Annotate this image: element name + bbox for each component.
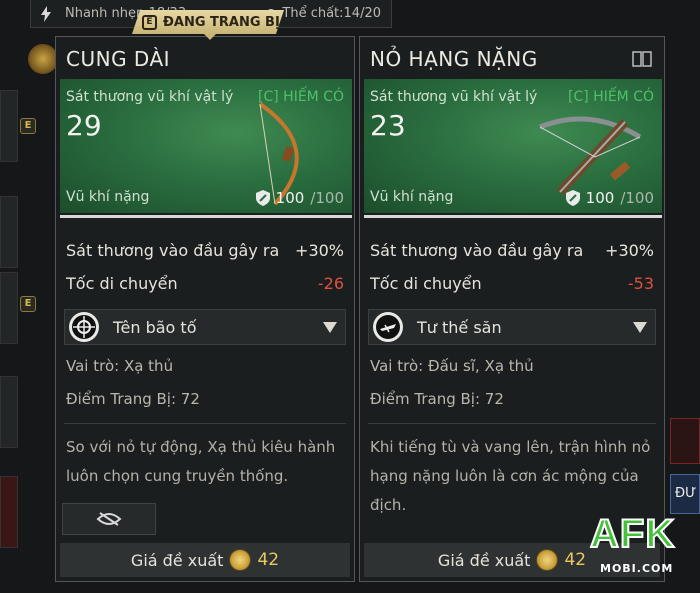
price-label: Giá đề xuất [437,550,531,570]
inventory-slot[interactable] [0,272,18,344]
durability-value: 100 [585,189,615,207]
storm-arrow-emblem-icon [69,312,99,342]
trait-name: Tư thế săn [417,317,502,337]
durability-value: 100 [275,189,305,207]
discard-button[interactable] [670,418,700,464]
dropdown-arrow-icon [323,321,337,333]
suggested-price-bar: Giá đề xuất 42 [60,543,350,577]
rarity-label: [C] HIẾM CÓ [568,89,654,105]
price-value: 42 [257,550,280,570]
site-watermark: AFK MOBI.COM [589,511,694,584]
stat-value: -53 [627,274,654,293]
damage-value: 23 [370,109,406,142]
dropdown-arrow-icon [633,321,647,333]
inventory-strip: E E [0,30,58,593]
price-label: Giá đề xuất [130,550,224,570]
eye-off-icon [96,512,122,526]
stat-name: Sát thương vào đầu gây ra [370,241,584,260]
durability: 100/100 [255,189,344,207]
potion-slot[interactable] [0,476,18,548]
stat-name: Tốc di chuyển [370,274,482,293]
durability-bar [60,215,352,218]
item-title: NỎ HẠNG NẶNG [370,47,538,71]
role-text: Vai trò: Xạ thủ [66,357,174,375]
gear-score-text: Điểm Trang Bị: 72 [370,390,504,408]
stat-row: Sát thương vào đầu gây ra +30% [66,241,344,260]
compare-icon[interactable] [632,51,652,67]
stat-value: +30% [605,241,654,260]
stat-name: Sát thương vào đầu gây ra [66,241,280,260]
watermark-logo: AFK [589,511,676,557]
stat-label: Sát thương vũ khí vật lý [370,89,538,105]
trait-name: Tên bão tố [113,317,197,337]
equip-button-label: ĐƯ [675,486,697,501]
lightning-icon [41,5,51,22]
equipped-item-card: CUNG DÀI Sát thương vũ khí vật lý [C] HI… [55,36,355,582]
equip-badge-icon: E [20,118,36,134]
equipped-tag-label: ĐANG TRANG BỊ [163,14,280,30]
inventory-slot[interactable] [0,196,18,268]
stat-row: Tốc di chuyển -26 [66,274,344,293]
equipped-tag: E ĐANG TRANG BỊ [132,10,284,34]
divider [368,423,656,424]
shield-icon [565,190,580,206]
coin-icon [229,549,252,571]
stat-name: Tốc di chuyển [66,274,178,293]
weapon-type: Vũ khí nặng [66,189,150,205]
stat-label: Sát thương vũ khí vật lý [66,89,234,105]
weapon-type: Vũ khí nặng [370,189,454,205]
inventory-slot[interactable] [0,376,18,448]
trait-dropdown[interactable]: Tên bão tố [64,309,346,345]
hunting-stance-emblem-icon [373,312,403,342]
stat-value: +30% [295,241,344,260]
compare-item-card: NỎ HẠNG NẶNG Sát thương vũ khí vật lý [C… [359,36,665,582]
divider [64,423,346,424]
item-banner: Sát thương vũ khí vật lý [C] HIẾM CÓ 29 … [60,79,352,213]
shield-icon [255,190,270,206]
inventory-slot[interactable] [0,90,18,162]
stat-value: -26 [317,274,344,293]
role-text: Vai trò: Đấu sĩ, Xạ thủ [370,357,534,375]
durability: 100/100 [565,189,654,207]
equip-badge-icon: E [20,296,36,312]
stat-row: Sát thương vào đầu gây ra +30% [370,241,654,260]
coin-icon [536,549,559,571]
durability-max: /100 [620,189,654,207]
item-description: Khi tiếng tù và vang lên, trận hình nỏ h… [370,438,651,514]
durability-bar [364,215,662,218]
equip-badge-icon: E [142,15,157,30]
equipped-tag-pointer [203,33,217,40]
item-description: So với nỏ tự động, Xạ thủ kiêu hành luôn… [66,438,336,485]
item-title: CUNG DÀI [66,47,171,71]
watermark-sub: MOBI.COM [600,562,674,575]
durability-max: /100 [310,189,344,207]
item-banner: Sát thương vũ khí vật lý [C] HIẾM CÓ 23 … [364,79,662,213]
gear-score-text: Điểm Trang Bị: 72 [66,390,200,408]
skull-emblem-icon [28,44,58,74]
equip-button[interactable]: ĐƯ [670,474,700,514]
hide-compare-button[interactable] [62,503,156,535]
constitution-stat: Thể chất:14/20 [282,6,381,21]
price-value: 42 [564,550,587,570]
stat-row: Tốc di chuyển -53 [370,274,654,293]
damage-value: 29 [66,109,102,142]
rarity-label: [C] HIẾM CÓ [258,89,344,105]
trait-dropdown[interactable]: Tư thế săn [368,309,656,345]
